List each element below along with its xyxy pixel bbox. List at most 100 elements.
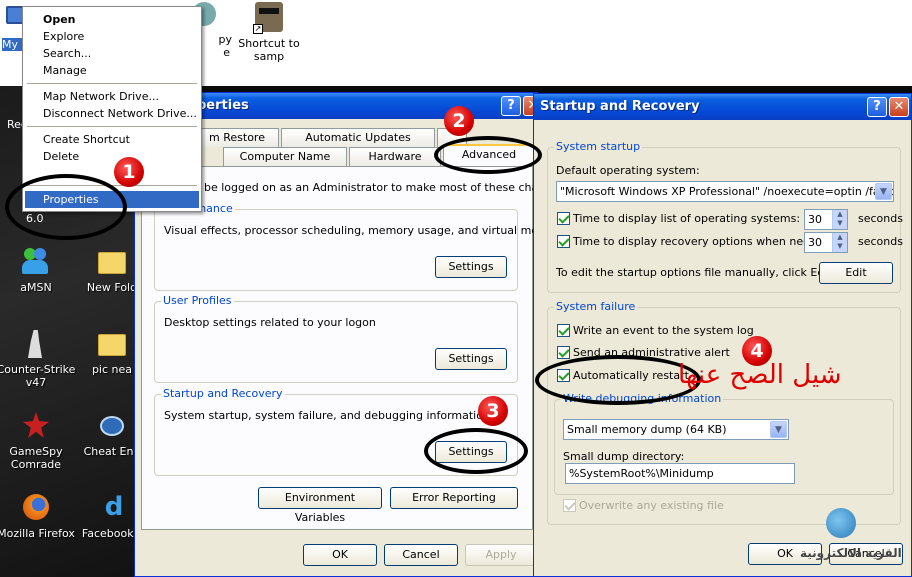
dump-type-value: Small memory dump (64 KB): [567, 423, 727, 436]
desktop-icon-label: Counter-Strike v47: [0, 363, 76, 389]
chevron-down-icon[interactable]: ▼: [875, 183, 892, 200]
annotation-ring-properties: [5, 174, 127, 240]
annotation-step-1: 1: [114, 157, 144, 187]
desktop-icon-amsn[interactable]: aMSN: [0, 246, 76, 294]
system-startup-label: System startup: [554, 140, 643, 153]
write-debug-group: Write debugging information Small memory…: [554, 392, 894, 495]
annotation-arabic-note: شيل الصح عنها: [678, 360, 842, 390]
startup-recovery-label: Startup and Recovery: [161, 387, 285, 400]
user-profiles-settings-button[interactable]: Settings: [435, 348, 507, 370]
menu-item-manage[interactable]: Manage: [25, 62, 199, 79]
help-icon[interactable]: ?: [501, 96, 521, 116]
dump-dir-label: Small dump directory:: [563, 450, 685, 463]
tab-computer-name[interactable]: Computer Name: [223, 147, 347, 166]
startup-recovery-description: System startup, system failure, and debu…: [164, 409, 490, 422]
error-reporting-button[interactable]: Error Reporting: [390, 487, 518, 509]
write-event-checkbox[interactable]: [557, 324, 570, 337]
overwrite-checkbox[interactable]: [563, 499, 576, 512]
seconds-label: seconds: [858, 235, 903, 248]
folder-icon: [96, 328, 128, 360]
system-failure-label: System failure: [554, 300, 638, 313]
time-list-input[interactable]: 30 ▲ ▼: [804, 209, 848, 230]
desktop-icon-shortcut-samp[interactable]: ↗ Shortcut to samp: [229, 2, 309, 63]
desktop-icon-gamespy[interactable]: GameSpy Comrade: [0, 410, 76, 471]
gamespy-icon: [20, 410, 52, 442]
time-list-value: 30: [808, 213, 822, 226]
desktop-icon-counter-strike[interactable]: Counter-Strike v47: [0, 328, 76, 389]
performance-settings-button[interactable]: Settings: [435, 256, 507, 278]
facebook-icon: d: [104, 492, 124, 522]
apply-button[interactable]: Apply: [465, 544, 537, 566]
annotation-ring-advanced: [434, 136, 542, 174]
firefox-icon: [20, 492, 52, 524]
default-os-select[interactable]: "Microsoft Windows XP Professional" /noe…: [556, 181, 894, 202]
time-recovery-input[interactable]: 30 ▲ ▼: [804, 232, 848, 253]
tab-automatic-updates[interactable]: Automatic Updates: [281, 128, 435, 147]
annotation-ring-auto-restart: [535, 355, 701, 405]
time-list-label: Time to display list of operating system…: [573, 212, 801, 225]
help-icon[interactable]: ?: [867, 97, 887, 117]
startup-recovery-window: Startup and Recovery ? ✕ System startup …: [533, 93, 912, 577]
send-alert-checkbox[interactable]: [557, 346, 570, 359]
menu-separator: [27, 83, 197, 84]
annotation-step-2: 2: [444, 106, 474, 136]
folder-icon: [96, 246, 128, 278]
menu-separator: [27, 126, 197, 127]
menu-item-open[interactable]: Open: [25, 11, 199, 28]
menu-item-disconnect-drive[interactable]: Disconnect Network Drive...: [25, 105, 199, 122]
annotation-ring-settings: [424, 428, 528, 474]
ok-button[interactable]: OK: [303, 544, 377, 566]
dump-type-select[interactable]: Small memory dump (64 KB) ▼: [563, 419, 789, 440]
menu-item-map-drive[interactable]: Map Network Drive...: [25, 88, 199, 105]
cheat-engine-icon: [96, 410, 128, 442]
user-profiles-label: User Profiles: [161, 294, 234, 307]
time-recovery-value: 30: [808, 236, 822, 249]
counter-strike-icon: [20, 328, 52, 360]
time-recovery-label: Time to display recovery options when ne…: [573, 235, 835, 248]
close-icon[interactable]: ✕: [889, 97, 909, 117]
edit-note: To edit the startup options file manuall…: [556, 266, 836, 279]
menu-item-delete[interactable]: Delete: [25, 148, 199, 165]
spinner-icon[interactable]: ▲ ▼: [832, 210, 847, 229]
window-title: perties: [197, 98, 249, 113]
dump-dir-value: %SystemRoot%\Minidump: [569, 467, 714, 480]
desktop-icon-firefox[interactable]: Mozilla Firefox: [0, 492, 76, 540]
dump-dir-input[interactable]: %SystemRoot%\Minidump: [565, 463, 795, 484]
performance-group: Performance Visual effects, processor sc…: [154, 202, 567, 291]
time-recovery-checkbox[interactable]: [557, 235, 570, 248]
samp-icon: ↗: [253, 2, 285, 34]
menu-item-search[interactable]: Search...: [25, 45, 199, 62]
tab-panel-advanced: be logged on as an Administrator to make…: [141, 166, 568, 530]
menu-item-explore[interactable]: Explore: [25, 28, 199, 45]
seconds-label: seconds: [858, 212, 903, 225]
tab-system-restore[interactable]: m Restore: [195, 128, 279, 147]
window-title: Startup and Recovery: [540, 99, 700, 114]
cancel-button[interactable]: Cancel: [384, 544, 458, 566]
default-os-label: Default operating system:: [556, 164, 700, 177]
performance-description: Visual effects, processor scheduling, me…: [164, 224, 567, 237]
desktop-icon-label: GameSpy Comrade: [9, 445, 63, 471]
system-startup-group: System startup Default operating system:…: [547, 140, 903, 293]
menu-item-create-shortcut[interactable]: Create Shortcut: [25, 131, 199, 148]
edit-button[interactable]: Edit: [819, 262, 893, 284]
watermark-text: القرية الالكترونية: [800, 546, 902, 560]
environment-variables-button[interactable]: Environment Variables: [258, 487, 382, 524]
admin-note: be logged on as an Administrator to make…: [204, 181, 569, 194]
time-list-checkbox[interactable]: [557, 212, 570, 225]
spinner-icon[interactable]: ▲ ▼: [832, 233, 847, 252]
overwrite-label: Overwrite any existing file: [579, 499, 724, 512]
tab-hardware[interactable]: Hardware: [349, 147, 441, 166]
amsn-icon: [20, 246, 52, 278]
user-profiles-group: User Profiles Desktop settings related t…: [154, 294, 518, 383]
chevron-down-icon[interactable]: ▼: [770, 421, 787, 438]
annotation-step-3: 3: [478, 396, 508, 426]
desktop-icon-label: Mozilla Firefox: [0, 527, 75, 540]
user-profiles-description: Desktop settings related to your logon: [164, 316, 376, 329]
startup-recovery-titlebar[interactable]: Startup and Recovery ? ✕: [534, 94, 911, 120]
write-event-label: Write an event to the system log: [573, 324, 754, 337]
system-failure-group: System failure Write an event to the sys…: [547, 300, 901, 525]
globe-icon: [826, 508, 856, 538]
desktop-icon-label: aMSN: [20, 281, 52, 294]
default-os-value: "Microsoft Windows XP Professional" /noe…: [560, 185, 894, 198]
desktop-icon-label: Shortcut to samp: [238, 37, 300, 63]
